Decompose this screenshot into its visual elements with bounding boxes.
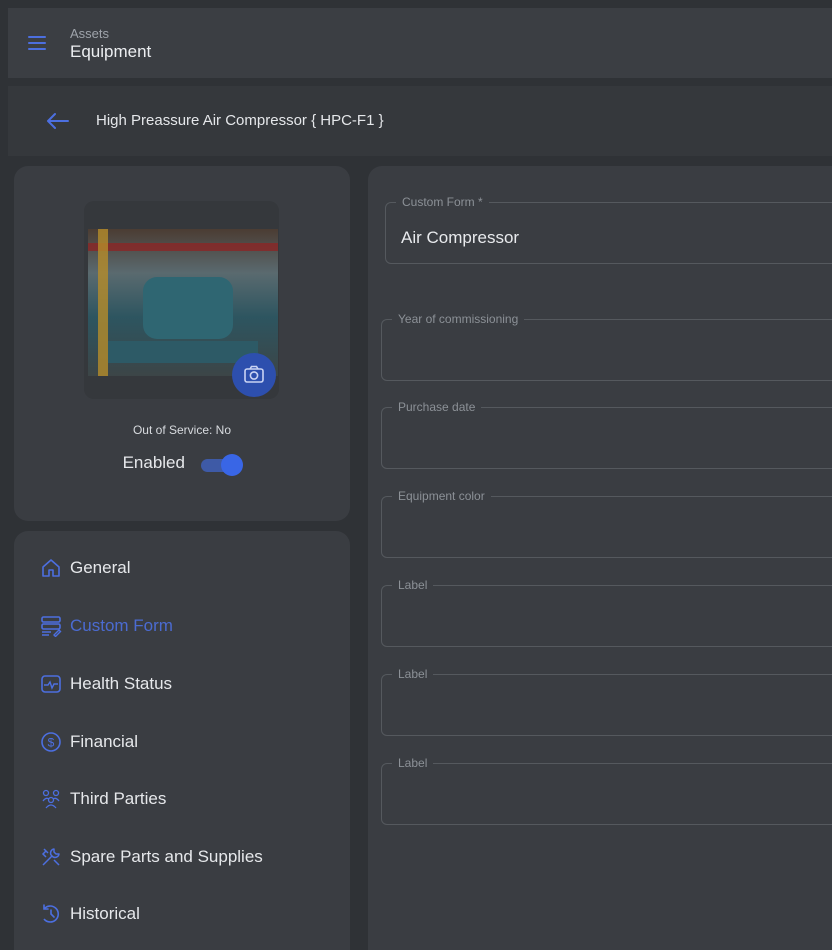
field-label: Label: [392, 578, 434, 592]
hamburger-menu-icon[interactable]: [28, 32, 58, 56]
nav-item-custom-form[interactable]: Custom Form: [40, 611, 173, 641]
health-icon: [41, 675, 61, 693]
field-label: Year of commissioning: [392, 312, 525, 326]
section-nav: General Custom Form Health Status $ Fina…: [14, 531, 350, 950]
nav-item-spare-parts[interactable]: Spare Parts and Supplies: [40, 842, 263, 872]
camera-button[interactable]: [232, 353, 276, 397]
purchase-date-field[interactable]: Purchase date: [381, 400, 832, 469]
form-icon: [41, 616, 62, 637]
nav-item-third-parties[interactable]: Third Parties: [40, 784, 166, 814]
nav-label: General: [70, 558, 131, 577]
enabled-toggle[interactable]: [201, 453, 244, 476]
nav-item-financial[interactable]: $ Financial: [40, 727, 138, 757]
nav-label: Third Parties: [70, 789, 167, 808]
field-label: Equipment color: [392, 489, 491, 503]
equipment-title: High Preassure Air Compressor { HPC-F1 }: [96, 112, 384, 129]
label-field-1[interactable]: Label: [381, 578, 832, 647]
nav-item-health-status[interactable]: Health Status: [40, 669, 172, 699]
equipment-header: High Preassure Air Compressor { HPC-F1 }: [8, 86, 832, 156]
nav-label: Health Status: [70, 674, 173, 693]
field-label: Custom Form *: [396, 195, 489, 209]
year-of-commissioning-field[interactable]: Year of commissioning: [381, 312, 832, 381]
breadcrumb[interactable]: Assets: [70, 26, 151, 41]
tools-icon: [41, 848, 60, 866]
history-icon: [43, 904, 59, 923]
equipment-image-card: Out of Service: No Enabled: [14, 166, 350, 521]
custom-form-select[interactable]: Custom Form * Air Compressor: [385, 195, 832, 264]
people-icon: [42, 789, 60, 809]
nav-item-historical[interactable]: Historical: [40, 899, 140, 929]
enabled-label: Enabled: [122, 453, 185, 472]
home-icon: [42, 559, 60, 577]
nav-label: Custom Form: [70, 616, 173, 635]
app-root: Assets Equipment High Preassure Air Comp…: [0, 0, 832, 950]
nav-item-general[interactable]: General: [40, 553, 130, 583]
svg-text:$: $: [48, 736, 55, 750]
label-field-2[interactable]: Label: [381, 667, 832, 736]
field-label: Purchase date: [392, 400, 482, 414]
nav-label: Historical: [70, 904, 140, 923]
nav-label: Spare Parts and Supplies: [70, 847, 263, 866]
page-title: Equipment: [70, 42, 152, 61]
label-field-3[interactable]: Label: [381, 756, 832, 825]
equipment-color-field[interactable]: Equipment color: [381, 489, 832, 558]
nav-label: Financial: [70, 732, 139, 751]
field-value: Air Compressor: [401, 228, 520, 247]
field-label: Label: [392, 667, 434, 681]
out-of-service-status: Out of Service: No: [132, 423, 232, 437]
app-bar-titles: Assets Equipment: [70, 26, 151, 63]
app-bar: Assets Equipment: [8, 8, 832, 78]
field-label: Label: [392, 756, 434, 770]
enabled-row: Enabled: [14, 453, 350, 476]
back-arrow-icon[interactable]: [44, 110, 70, 132]
dollar-icon: $: [41, 732, 61, 752]
custom-form-panel: Custom Form * Air Compressor Year of com…: [368, 166, 832, 950]
camera-icon: [244, 365, 264, 383]
